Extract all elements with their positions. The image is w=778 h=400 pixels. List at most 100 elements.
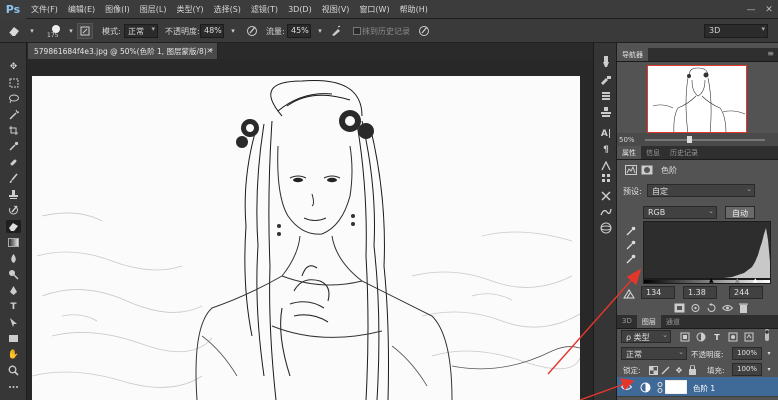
menu-filter[interactable]: 滤镜(T) — [246, 4, 283, 15]
white-point-slider[interactable]: ▲ — [753, 277, 758, 284]
filter-shape-icon[interactable] — [727, 331, 739, 343]
mode-select[interactable]: 正常 ▾ — [124, 24, 158, 38]
white-eyedropper-icon[interactable] — [625, 253, 637, 265]
layer-mask-thumbnail[interactable] — [665, 380, 687, 394]
tools-cross-icon[interactable] — [598, 189, 614, 203]
swatches-icon[interactable] — [598, 171, 614, 185]
dodge-tool-icon[interactable] — [6, 268, 21, 281]
layer-row-levels[interactable]: 色阶 1 — [617, 377, 778, 397]
blur-tool-icon[interactable] — [6, 252, 21, 265]
brush-panel-icon[interactable] — [77, 23, 93, 39]
auto-button[interactable]: 自动 — [725, 206, 755, 219]
tab-history[interactable]: 历史记录 — [665, 146, 703, 159]
marquee-tool-icon[interactable] — [6, 76, 21, 89]
opacity-input[interactable]: 48% — [200, 24, 224, 38]
menu-layer[interactable]: 图层(L) — [135, 4, 172, 15]
pressure-size-icon[interactable] — [416, 23, 432, 39]
clip-to-layer-icon[interactable] — [673, 302, 685, 314]
menu-help[interactable]: 帮助(H) — [395, 4, 433, 15]
menu-type[interactable]: 类型(Y) — [171, 4, 208, 15]
blend-mode-select[interactable]: 正常 ⌄ — [621, 347, 687, 360]
path-selection-tool-icon[interactable] — [6, 316, 21, 329]
3d-panel-icon[interactable] — [598, 221, 614, 235]
actions-icon[interactable] — [598, 89, 614, 103]
brush-tool-icon[interactable] — [6, 172, 21, 185]
more-tools-icon[interactable] — [6, 380, 21, 393]
close-document-icon[interactable]: × — [206, 46, 213, 55]
gray-eyedropper-icon[interactable] — [625, 239, 637, 251]
layer-filter-select[interactable]: ρ 类型 ⌄ — [621, 330, 671, 343]
eyedropper-tool-icon[interactable] — [6, 140, 21, 153]
layer-fill-arrow-icon[interactable]: ▾ — [763, 363, 775, 375]
sketch-image[interactable] — [32, 76, 580, 400]
filter-toggle-icon[interactable] — [761, 329, 773, 341]
filter-adjustment-icon[interactable] — [695, 331, 707, 343]
magic-wand-tool-icon[interactable] — [6, 108, 21, 121]
layer-fill-input[interactable]: 100% — [732, 363, 762, 376]
black-eyedropper-icon[interactable] — [625, 225, 637, 237]
black-point-slider[interactable]: ▲ — [709, 277, 714, 284]
navigator-zoom-value[interactable]: 50% — [617, 136, 635, 144]
visibility-eye-icon[interactable] — [721, 302, 733, 314]
hand-tool-icon[interactable]: ✋ — [6, 348, 21, 361]
pen-tool-icon[interactable] — [6, 284, 21, 297]
close-window-button[interactable]: ✕ — [760, 0, 778, 19]
menu-window[interactable]: 窗口(W) — [354, 4, 394, 15]
gamma-slider[interactable]: ▲ — [735, 277, 740, 284]
panel-menu-icon[interactable]: ≡ — [767, 49, 774, 58]
clone-stamp-tool-icon[interactable] — [6, 188, 21, 201]
rectangle-tool-icon[interactable] — [6, 332, 21, 345]
character-panel-icon[interactable]: A| — [598, 127, 614, 141]
workspace-select[interactable]: 3D ▾ — [704, 24, 768, 38]
brush-presets-icon[interactable] — [598, 55, 614, 69]
filter-smart-object-icon[interactable] — [743, 331, 755, 343]
navigator-view-box[interactable] — [647, 65, 747, 133]
zoom-tool-icon[interactable] — [6, 364, 21, 377]
paragraph-panel-icon[interactable]: ¶ — [598, 143, 614, 157]
lock-all-icon[interactable] — [686, 364, 698, 376]
history-brush-tool-icon[interactable] — [6, 204, 21, 217]
layer-name[interactable]: 色阶 1 — [693, 383, 715, 394]
lock-transparent-icon[interactable] — [647, 364, 659, 376]
preset-select[interactable]: 自定 ⌄ — [647, 184, 755, 197]
tab-properties[interactable]: 属性 — [617, 146, 641, 159]
opacity-slider-arrow-icon[interactable]: ▾ — [225, 23, 241, 39]
layer-opacity-arrow-icon[interactable]: ▾ — [763, 347, 775, 359]
crop-tool-icon[interactable] — [6, 124, 21, 137]
tool-preset-arrow-icon[interactable]: ▾ — [24, 23, 40, 39]
input-black-value[interactable]: 134 — [641, 286, 675, 299]
channel-select[interactable]: RGB ⌄ — [643, 206, 717, 219]
filter-pixel-icon[interactable] — [679, 331, 691, 343]
reset-icon[interactable] — [705, 302, 717, 314]
layer-visibility-eye-icon[interactable] — [620, 381, 632, 393]
type-tool-icon[interactable]: T — [6, 300, 21, 313]
menu-3d[interactable]: 3D(D) — [283, 5, 317, 14]
trash-icon[interactable] — [737, 302, 749, 314]
tab-info[interactable]: 信息 — [641, 146, 665, 159]
flow-input[interactable]: 45% — [287, 24, 311, 38]
menu-view[interactable]: 视图(V) — [317, 4, 355, 15]
eraser-tool-icon[interactable] — [6, 23, 22, 39]
pressure-opacity-icon[interactable] — [244, 23, 260, 39]
flow-slider-arrow-icon[interactable]: ▾ — [312, 23, 328, 39]
lasso-tool-icon[interactable] — [6, 92, 21, 105]
layer-mask-icon[interactable] — [641, 164, 653, 176]
paths-icon[interactable] — [598, 205, 614, 219]
clone-source-icon[interactable] — [598, 105, 614, 119]
menu-edit[interactable]: 编辑(E) — [63, 4, 100, 15]
clipping-warning-icon[interactable] — [623, 288, 635, 300]
move-tool-icon[interactable]: ✥ — [6, 60, 21, 73]
input-gamma-value[interactable]: 1.38 — [683, 286, 717, 299]
minimize-button[interactable]: — — [742, 0, 760, 19]
healing-brush-tool-icon[interactable] — [6, 156, 21, 169]
tab-channels[interactable]: 通道 — [661, 315, 685, 328]
menu-select[interactable]: 选择(S) — [209, 4, 246, 15]
lock-position-icon[interactable]: ✥ — [673, 364, 685, 376]
airbrush-icon[interactable] — [328, 23, 344, 39]
input-white-value[interactable]: 244 — [729, 286, 763, 299]
document-tab[interactable]: 579861684f4e3.jpg @ 50%(色阶 1, 图层蒙版/8) * … — [28, 43, 218, 59]
navigator-zoom-thumb[interactable] — [687, 136, 692, 143]
tool-presets-icon[interactable] — [598, 73, 614, 87]
view-previous-state-icon[interactable] — [689, 302, 701, 314]
filter-type-icon[interactable]: T — [711, 331, 723, 343]
